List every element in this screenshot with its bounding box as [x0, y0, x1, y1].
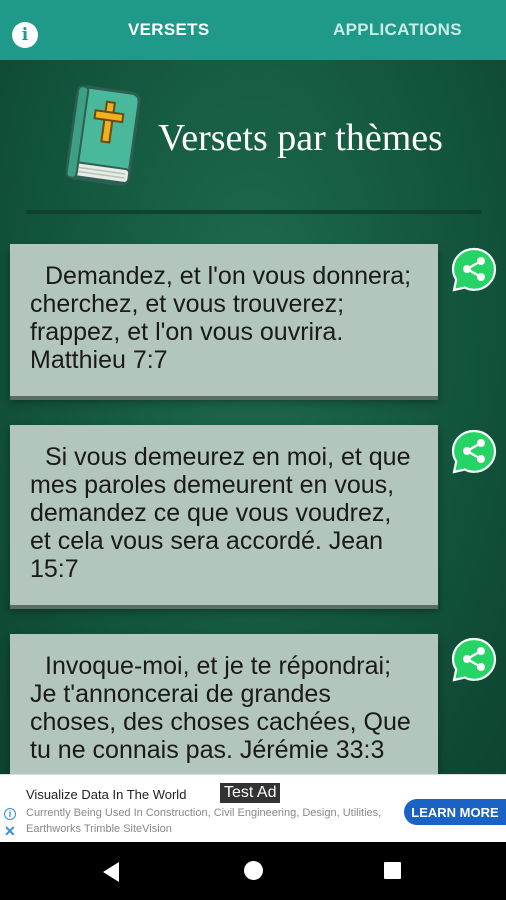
tab-versets[interactable]: VERSETS [128, 20, 209, 40]
header-divider [26, 210, 482, 214]
verse-text: Si vous demeurez en moi, et que mes paro… [30, 443, 411, 583]
back-icon[interactable] [101, 861, 121, 883]
info-icon[interactable]: i [12, 22, 38, 48]
share-icon[interactable] [450, 636, 498, 684]
home-icon[interactable] [244, 861, 263, 880]
tab-applications[interactable]: APPLICATIONS [333, 20, 462, 40]
verses-screen: Versets par thèmes Demandez, et l'on vou… [0, 60, 506, 774]
verse-text: Invoque-moi, et je te répondrai; Je t'an… [30, 652, 411, 764]
ad-banner[interactable]: i ✕ Visualize Data In The World Test Ad … [0, 774, 506, 842]
ad-title[interactable]: Visualize Data In The World [26, 787, 186, 802]
share-icon[interactable] [450, 246, 498, 294]
learn-more-button[interactable]: LEARN MORE [404, 799, 506, 825]
top-app-bar: i VERSETS APPLICATIONS [0, 0, 506, 60]
ad-badge: Test Ad [220, 783, 281, 803]
verse-card[interactable]: Demandez, et l'on vous donnera; cherchez… [10, 244, 438, 396]
page-header: Versets par thèmes [0, 60, 506, 220]
share-icon[interactable] [450, 428, 498, 476]
system-nav-bar [0, 842, 506, 900]
ad-info-icon[interactable]: i [4, 808, 16, 820]
ad-description[interactable]: Currently Being Used In Construction, Ci… [26, 805, 386, 837]
close-icon[interactable]: ✕ [4, 823, 16, 840]
page-title: Versets par thèmes [158, 117, 443, 159]
verse-card[interactable]: Si vous demeurez en moi, et que mes paro… [10, 425, 438, 605]
verse-text: Demandez, et l'on vous donnera; cherchez… [30, 262, 412, 374]
bible-icon [65, 85, 141, 186]
verse-card[interactable]: Invoque-moi, et je te répondrai; Je t'an… [10, 634, 438, 774]
recents-icon[interactable] [384, 862, 401, 879]
